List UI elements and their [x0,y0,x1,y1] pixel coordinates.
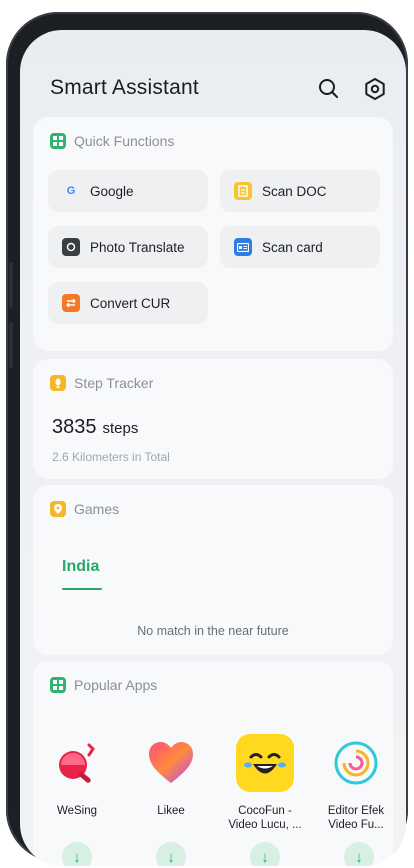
page-title: Smart Assistant [50,76,199,99]
popular-apps-title: Popular Apps [74,677,158,693]
games-empty-text: No match in the near future [137,624,289,638]
photo-translate-icon [62,238,80,256]
google-button[interactable]: G Google [48,170,208,212]
scan-card-label: Scan card [262,239,323,255]
step-count-value: 3835 [52,416,97,438]
games-header: Games [50,500,119,518]
photo-translate-button[interactable]: Photo Translate [48,226,208,268]
popular-apps-card: Popular Apps WeSing ↓ Likee ↓ CocoFun - … [34,662,392,866]
cocofun-laugh-icon [236,734,294,792]
download-arrow-icon: ↓ [261,848,269,866]
quick-functions-title: Quick Functions [74,133,175,149]
scan-doc-button[interactable]: Scan DOC [220,170,380,212]
scan-card-icon [234,238,252,256]
quick-functions-header: Quick Functions [50,132,174,150]
app-cocofun[interactable]: CocoFun - Video Lucu, ... [222,734,308,832]
phone-frame: Smart Assistant Quick Functions G Google [6,12,408,866]
phone-side-button [9,262,13,308]
app-name: Likee [157,805,185,817]
header: Smart Assistant [20,30,406,120]
editor-swirl-icon [327,734,385,792]
search-icon[interactable] [316,76,342,102]
footprint-icon [50,375,66,391]
app-likee[interactable]: Likee [128,734,214,818]
step-tracker-card[interactable]: Step Tracker 3835 steps 2.6 Kilometers in… [34,360,392,478]
games-location-icon [50,501,66,517]
tab-india[interactable]: India [62,558,99,576]
photo-translate-label: Photo Translate [90,239,185,255]
download-arrow-icon: ↓ [167,848,175,866]
quick-functions-card: Quick Functions G Google Scan DOC Photo … [34,118,392,350]
convert-currency-button[interactable]: Convert CUR [48,282,208,324]
phone-side-button [9,322,13,368]
app-name: Editor Efek Video Fu... [327,805,385,831]
scan-card-button[interactable]: Scan card [220,226,380,268]
likee-heart-icon [142,734,200,792]
convert-currency-icon [62,294,80,312]
games-title: Games [74,501,120,517]
apps-grid-icon [50,677,66,693]
step-count-unit: steps [102,420,139,437]
step-tracker-header: Step Tracker [50,374,153,392]
tab-india-underline [62,588,102,590]
app-name: CocoFun - Video Lucu, ... [228,805,302,831]
download-button[interactable]: ↓ [344,842,374,866]
distance-text: 2.6 Kilometers in Total [52,450,170,464]
convert-currency-label: Convert CUR [90,295,171,311]
app-name: WeSing [56,805,98,817]
app-editor-efek-video[interactable]: Editor Efek Video Fu... [316,734,396,832]
popular-apps-header: Popular Apps [50,676,157,694]
download-button[interactable]: ↓ [156,842,186,866]
app-wesing[interactable]: WeSing [34,734,120,818]
download-arrow-icon: ↓ [73,848,81,866]
scan-doc-icon [234,182,252,200]
wesing-icon [48,734,106,792]
games-card: Games India No match in the near future [34,486,392,654]
download-button[interactable]: ↓ [62,842,92,866]
google-label: Google [90,183,134,199]
download-button[interactable]: ↓ [250,842,280,866]
settings-gear-icon[interactable] [362,76,388,102]
step-tracker-title: Step Tracker [74,375,154,391]
screen: Smart Assistant Quick Functions G Google [20,30,406,866]
scan-doc-label: Scan DOC [262,183,327,199]
google-icon: G [66,185,76,197]
step-count: 3835 steps [52,416,138,439]
download-arrow-icon: ↓ [355,848,363,866]
grid-icon [50,133,66,149]
